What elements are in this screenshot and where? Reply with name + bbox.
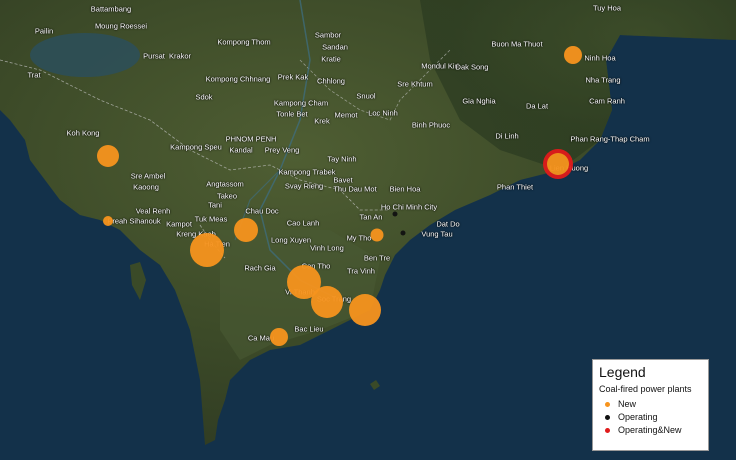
place-label-phan-rang-thap-cham: Phan Rang-Thap Cham (570, 134, 650, 144)
place-label-dat-do: Dat Do (436, 219, 460, 229)
place-label-koh-kong: Koh Kong (66, 128, 100, 138)
place-label-sambor: Sambor (314, 30, 342, 40)
legend-subtitle: Coal-fired power plants (599, 384, 692, 394)
place-label-tay-ninh: Tay Ninh (327, 154, 357, 164)
power-plant-ninh-hoa[interactable] (564, 46, 582, 64)
place-label-tan-an: Tan An (359, 212, 383, 222)
power-plant-ho-chi-minh-city[interactable] (392, 211, 398, 217)
place-label-bac-lieu: Bac Lieu (294, 324, 324, 334)
place-label-moung-roessei: Moung Roessei (94, 21, 148, 31)
place-label-da-lat: Da Lat (525, 101, 549, 111)
place-label-kompong-chhnang: Kompong Chhnang (205, 74, 271, 84)
place-label-battambang: Battambang (90, 4, 132, 14)
place-label-cam-ranh: Cam Ranh (589, 96, 625, 106)
place-label-prek-kak: Prek Kak (277, 72, 309, 82)
place-label-loc-ninh: Loc Ninh (368, 108, 398, 118)
place-label-kampot: Kampot (166, 219, 192, 229)
place-label-buon-ma-thuot: Buon Ma Thuot (491, 39, 543, 49)
legend-item-operating-new: Operating&New (605, 425, 702, 435)
legend: Legend Coal-fired power plants New Opera… (592, 359, 709, 451)
place-label-kratie: Kratie (321, 54, 341, 64)
place-label-ninh-hoa: Ninh Hoa (584, 53, 616, 63)
place-label-snuol: Snuol (356, 91, 376, 101)
legend-title: Legend (599, 364, 646, 380)
legend-item-label: Operating&New (618, 425, 682, 435)
place-label-takeo: Takeo (216, 191, 238, 201)
place-label-kaoong: Kaoong (133, 182, 159, 192)
place-label-preah-sihanouk: Preah Sihanouk (107, 216, 161, 226)
operating-dot-icon (605, 414, 610, 420)
legend-item-label: Operating (618, 412, 658, 422)
place-label-pailin: Pailin (34, 26, 54, 36)
place-label-sdok: Sdok (195, 92, 213, 102)
new-dot-icon (605, 401, 610, 407)
place-label-trat: Trat (27, 70, 41, 80)
place-label-phnom-penh: PHNOM PENH (225, 134, 277, 144)
place-label-dak-song: Dak Song (455, 62, 489, 72)
place-label-chau-doc: Chau Doc (245, 206, 279, 216)
legend-item-label: New (618, 399, 637, 409)
place-label-tonle-bet: Tonle Bet (276, 109, 308, 119)
place-label-krek: Krek (314, 116, 330, 126)
power-plant-koh-kong[interactable] (97, 145, 119, 167)
place-label-angtassom: Angtassom (206, 179, 244, 189)
place-label-phan-thiet: Phan Thiet (496, 182, 534, 192)
place-label-ho-chi-minh-city: Ho Chi Minh City (380, 202, 438, 212)
power-plant-tra-vinh[interactable] (349, 294, 381, 326)
place-label-pursat: Pursat (143, 51, 165, 61)
place-label-prey-veng: Prey Veng (264, 145, 300, 155)
power-plant-lien-huong[interactable] (547, 153, 569, 175)
power-plant-preah-sihanouk[interactable] (103, 216, 113, 226)
place-label-gia-nghia: Gia Nghia (462, 96, 496, 106)
power-plant-ha-tien[interactable] (190, 233, 224, 267)
place-label-kampong-trabek: Kampong Trabek (278, 167, 336, 177)
power-plant-soc-trang[interactable] (311, 286, 343, 318)
place-label-sre-khtum: Sre Khtum (397, 79, 433, 89)
place-label-di-linh: Di Linh (495, 131, 519, 141)
place-label-vinh-long: Vinh Long (310, 243, 344, 253)
place-label-thu-dau-mot: Thu Dau Mot (333, 184, 377, 194)
place-label-kampong-speu: Kampong Speu (170, 142, 222, 152)
place-label-bavet: Bavet (333, 175, 353, 185)
place-label-krakor: Krakor (168, 51, 192, 61)
place-label-tani: Tani (208, 200, 222, 210)
map-canvas[interactable]: Battambang Moung Roessei Pailin Pursat Krako… (0, 0, 736, 460)
place-label-kampong-cham: Kampong Cham (273, 98, 329, 108)
operating-new-dot-icon (605, 427, 610, 433)
place-label-chhlong: Chhlong (317, 76, 345, 86)
legend-item-new: New (605, 399, 702, 409)
power-plant-kampot[interactable] (234, 218, 258, 242)
place-label-nha-trang: Nha Trang (585, 75, 621, 85)
legend-item-operating: Operating (605, 412, 702, 422)
place-label-tra-vinh: Tra Vinh (347, 266, 375, 276)
place-label-memot: Memot (334, 110, 358, 120)
place-label-ben-tre: Ben Tre (363, 253, 391, 263)
place-label-long-xuyen: Long Xuyen (270, 235, 312, 245)
power-plant-dat-do[interactable] (400, 230, 406, 236)
place-label-sandan: Sandan (322, 42, 348, 52)
place-label-tuk-meas: Tuk Meas (194, 214, 228, 224)
place-label-bien-hoa: Bien Hoa (389, 184, 421, 194)
place-label-rach-gia: Rach Gia (244, 263, 276, 273)
place-label-svay-rieng: Svay Rieng (284, 181, 324, 191)
place-label-mondul-kiri: Mondul Kiri (421, 61, 459, 71)
place-label-kompong-thom: Kompong Thom (217, 37, 271, 47)
place-label-vung-tau: Vung Tau (421, 229, 453, 239)
place-label-cao-lanh: Cao Lanh (286, 218, 320, 228)
place-label-tuy-hoa: Tuy Hoa (592, 3, 622, 13)
power-plant-ca-mau[interactable] (270, 328, 288, 346)
place-label-sre-ambel: Sre Ambel (130, 171, 166, 181)
place-label-kandal: Kandal (229, 145, 253, 155)
place-label-veal-renh: Veal Renh (135, 206, 171, 216)
power-plant-my-tho[interactable] (370, 228, 384, 242)
place-label-my-tho: My Tho (346, 233, 372, 243)
place-label-binh-phuoc: Binh Phuoc (411, 120, 451, 130)
